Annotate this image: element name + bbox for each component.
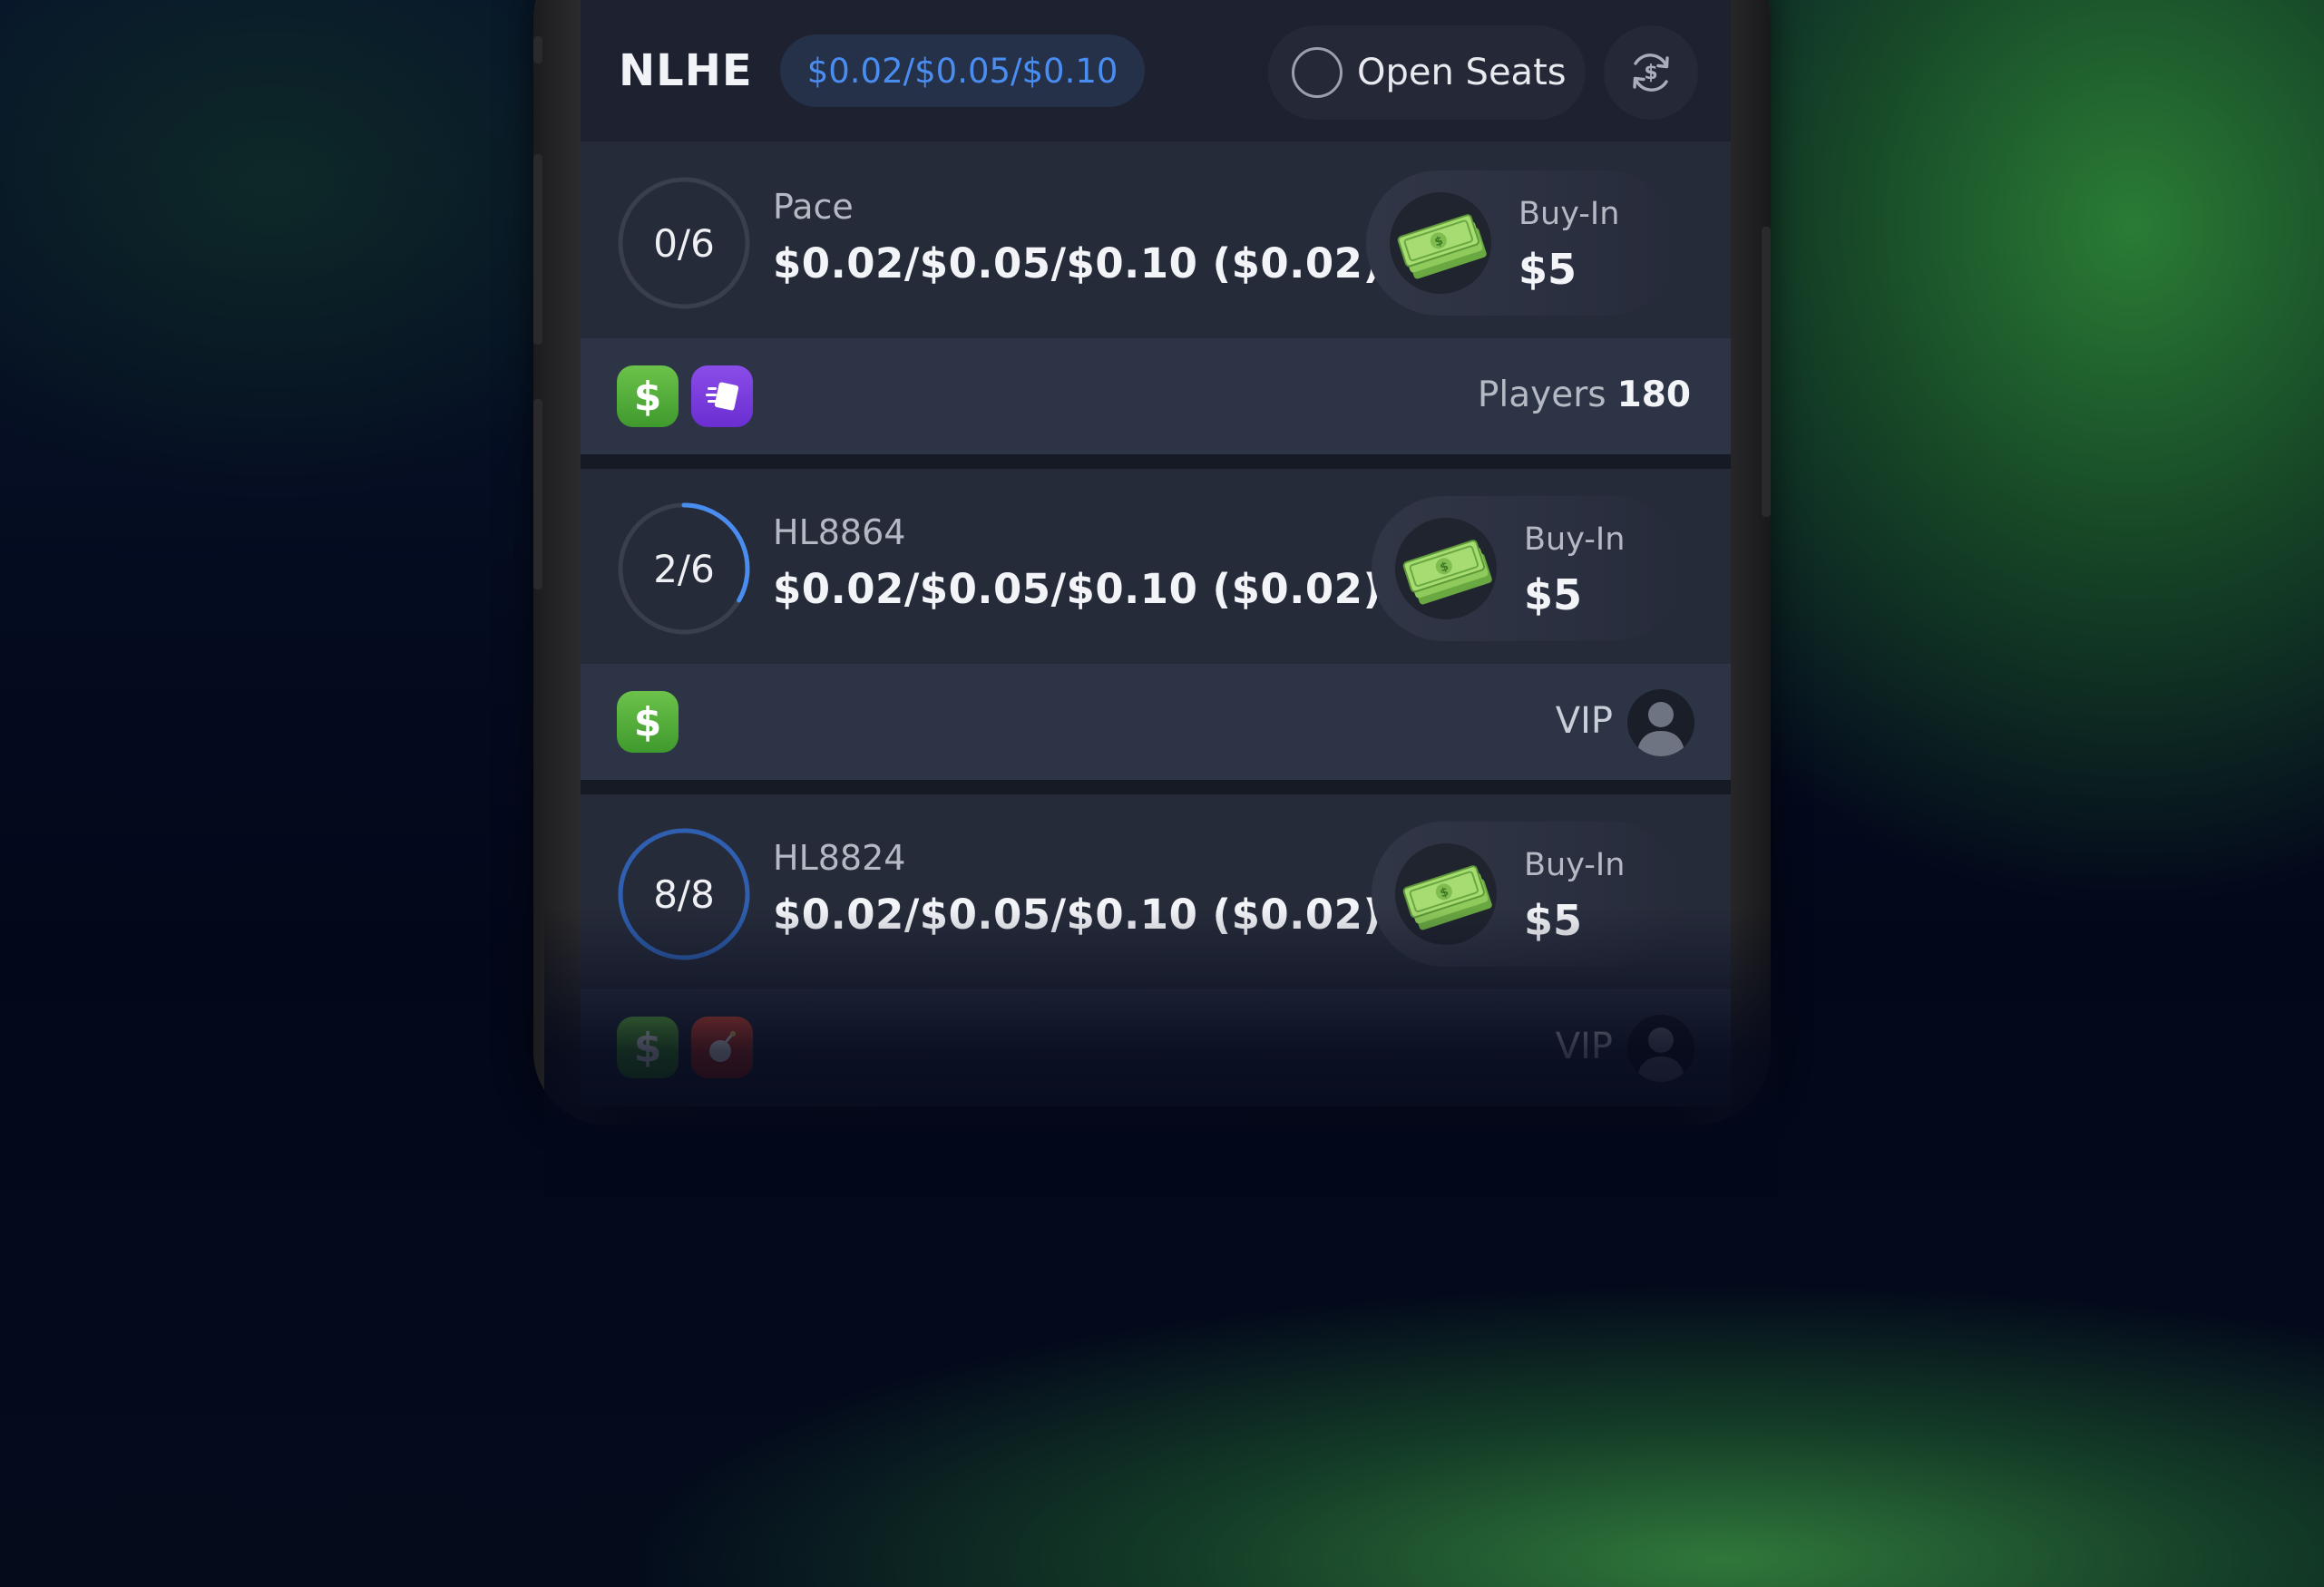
seat-count: 2/6 (653, 546, 715, 591)
players-label: Players (1477, 375, 1606, 415)
phone-volume-down-button (533, 399, 542, 589)
dollar-refresh-icon: $ (1633, 54, 1669, 92)
table-stakes: $0.02/$0.05/$0.10 ($0.02) (773, 565, 1382, 613)
currency-switch-button[interactable]: $ (1604, 25, 1698, 120)
table-card-footer: $ Players 180 (581, 338, 1731, 454)
bomb-pot-icon (691, 1017, 753, 1078)
card-divider (581, 780, 1731, 794)
buyin-value: $5 (1524, 570, 1583, 619)
open-seats-label: Open Seats (1357, 52, 1567, 93)
cash-stack-icon: $ (1395, 843, 1497, 945)
avatar[interactable] (1627, 1015, 1694, 1082)
cash-badge-icon: $ (617, 365, 679, 427)
vip-label: VIP (1555, 1026, 1613, 1067)
table-name: HL8824 (773, 838, 906, 878)
table-card[interactable]: 2/6 HL8864 $0.02/$0.05/$0.10 ($0.02) $ B… (581, 469, 1731, 794)
buyin-value: $5 (1518, 245, 1577, 294)
seat-count: 8/8 (653, 871, 715, 917)
phone-power-button (1762, 227, 1771, 517)
buyin-box[interactable]: $ Buy-In $5 (1372, 822, 1684, 967)
table-stakes: $0.02/$0.05/$0.10 ($0.02) (773, 891, 1382, 939)
cash-badge-icon: $ (617, 691, 679, 753)
cash-stack-icon: $ (1390, 192, 1491, 294)
table-card[interactable]: 0/6 Pace $0.02/$0.05/$0.10 ($0.02) $ Buy… (581, 143, 1731, 468)
phone-side-button (533, 36, 542, 63)
vip-label: VIP (1555, 700, 1613, 742)
cash-stack-icon: $ (1395, 518, 1497, 619)
table-card-footer: $ VIP (581, 989, 1731, 1105)
table-card-footer: $ VIP (581, 664, 1731, 780)
table-card[interactable]: 8/8 HL8824 $0.02/$0.05/$0.10 ($0.02) $ B… (581, 794, 1731, 1106)
seat-occupancy-ring: 2/6 (617, 501, 751, 636)
seat-occupancy-ring: 8/8 (617, 827, 751, 961)
table-card-main: 0/6 Pace $0.02/$0.05/$0.10 ($0.02) $ Buy… (581, 143, 1731, 338)
open-seats-toggle[interactable]: Open Seats (1268, 25, 1586, 120)
buyin-box[interactable]: $ Buy-In $5 (1366, 170, 1679, 316)
radio-unchecked-icon[interactable] (1292, 47, 1343, 98)
seat-occupancy-ring: 0/6 (617, 176, 751, 310)
phone-volume-up-button (533, 154, 542, 345)
stakes-filter-pill[interactable]: $0.02/$0.05/$0.10 (779, 34, 1146, 107)
table-name: Pace (773, 187, 854, 227)
seat-count: 0/6 (653, 220, 715, 266)
game-type-title: NLHE (619, 45, 753, 96)
lobby-screen: NLHE $0.02/$0.05/$0.10 Open Seats $ 0/6 … (581, 0, 1731, 1106)
table-card-main: 2/6 HL8864 $0.02/$0.05/$0.10 ($0.02) $ B… (581, 469, 1731, 664)
fast-fold-icon (691, 365, 753, 427)
cash-badge-icon: $ (617, 1017, 679, 1078)
buyin-label: Buy-In (1518, 196, 1620, 232)
table-card-main: 8/8 HL8824 $0.02/$0.05/$0.10 ($0.02) $ B… (581, 794, 1731, 989)
table-name: HL8864 (773, 512, 906, 552)
buyin-label: Buy-In (1524, 847, 1626, 883)
avatar[interactable] (1627, 689, 1694, 756)
buyin-value: $5 (1524, 896, 1583, 945)
user-silhouette-icon (1636, 1027, 1685, 1082)
table-stakes: $0.02/$0.05/$0.10 ($0.02) (773, 239, 1382, 287)
svg-text:$: $ (1644, 62, 1657, 84)
buyin-box[interactable]: $ Buy-In $5 (1372, 496, 1684, 641)
players-count: Players 180 (1478, 375, 1691, 415)
buyin-label: Buy-In (1524, 521, 1626, 558)
players-number: 180 (1616, 375, 1691, 415)
card-divider (581, 454, 1731, 469)
user-silhouette-icon (1636, 702, 1685, 756)
